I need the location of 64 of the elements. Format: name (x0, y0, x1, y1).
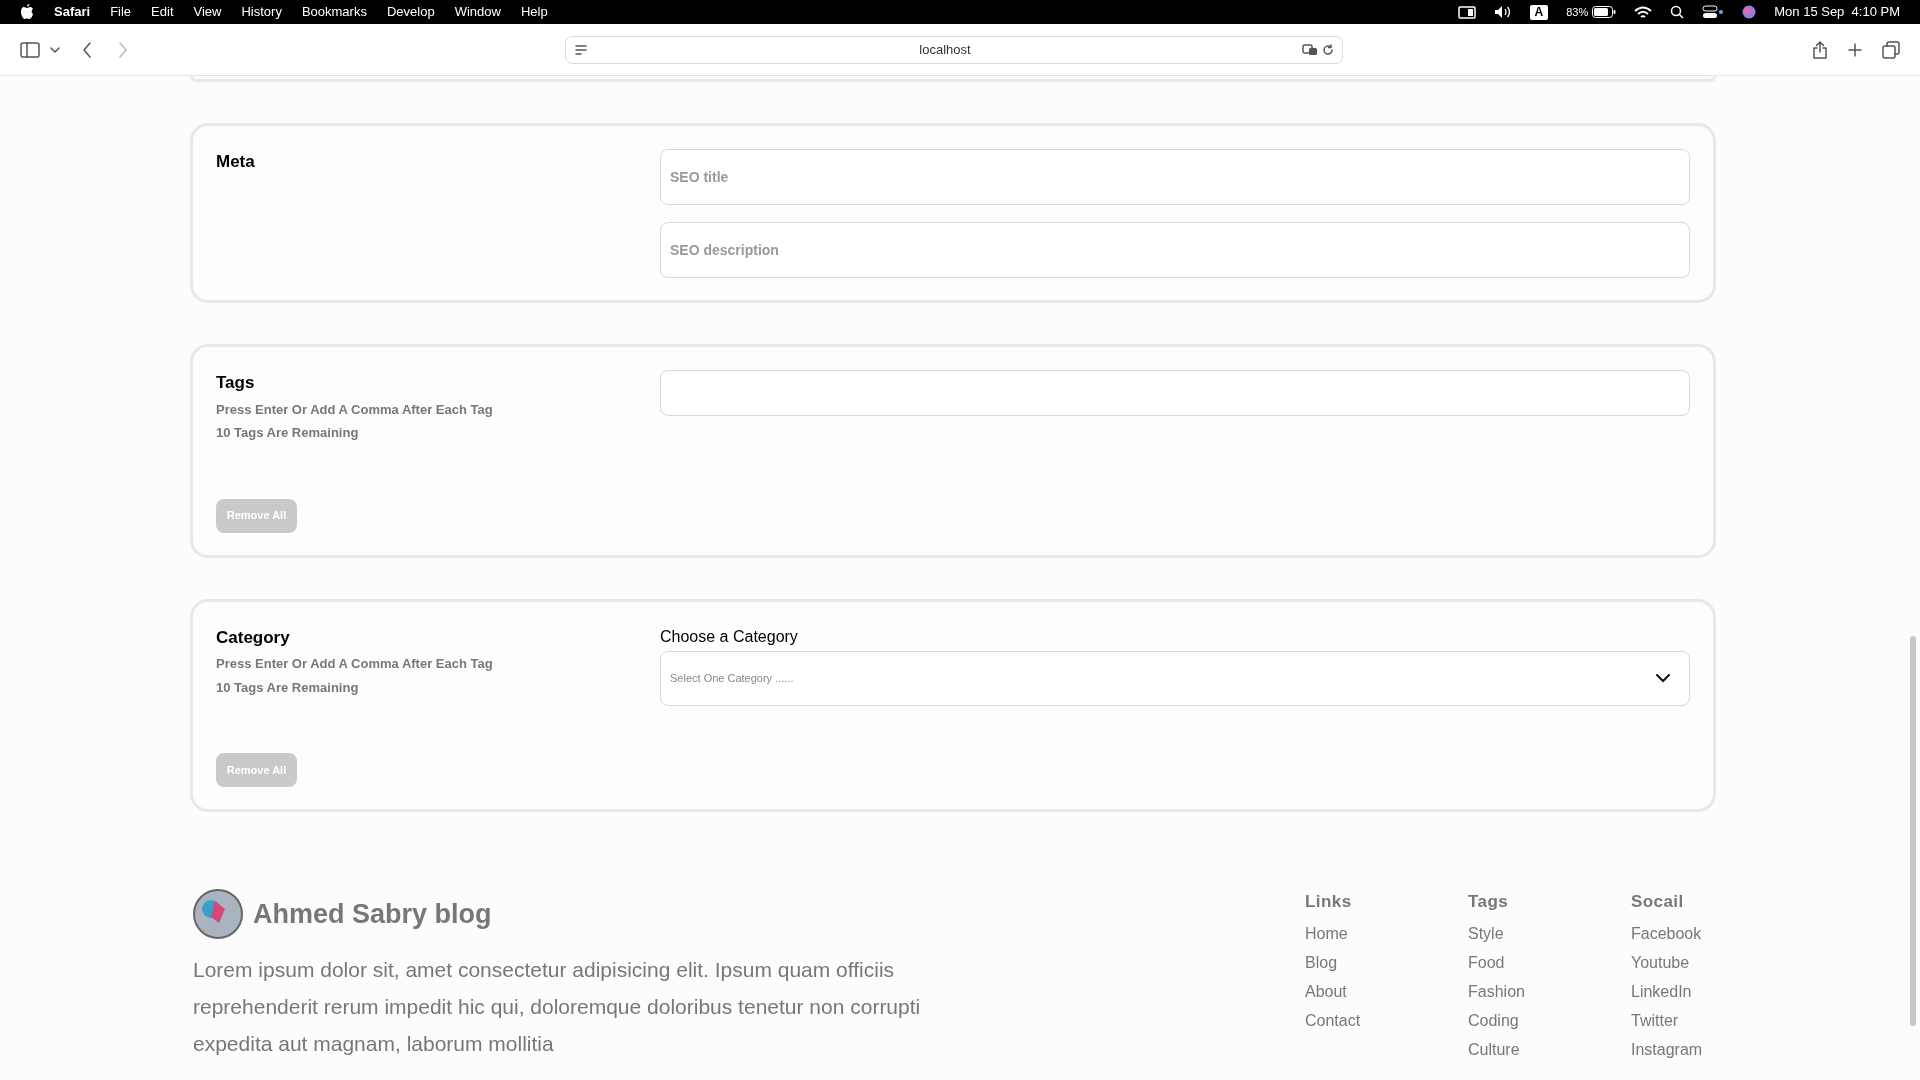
menu-bar-clock[interactable]: Mon 15 Sep 4:10 PM (1774, 2, 1900, 22)
battery-percentage: 83% (1566, 4, 1589, 20)
hint-text: Press Enter Or Add A Comma After Each Tag (216, 400, 493, 419)
category-select[interactable]: Select One Category ...... (660, 650, 1690, 706)
scrollbar[interactable] (1910, 636, 1916, 1026)
chevron-down-icon (1656, 673, 1670, 683)
footer-link[interactable]: Culture (1468, 1034, 1520, 1064)
tag-input-field[interactable] (660, 370, 1690, 416)
translate-icon[interactable] (1302, 43, 1318, 56)
orb-icon[interactable] (1742, 5, 1757, 19)
footer-link[interactable]: About (1305, 976, 1347, 1006)
menu-item[interactable]: Help (520, 2, 548, 22)
hint-text: 10 Tags Are Remaining (216, 678, 359, 697)
battery-icon (1592, 6, 1617, 18)
footer-link[interactable]: Home (1305, 918, 1348, 948)
menu-item[interactable]: Edit (151, 2, 174, 22)
field-label: Choose a Category (660, 626, 799, 647)
tabs-icon[interactable] (1882, 40, 1900, 59)
blog-name[interactable]: Ahmed Sabry blog (253, 893, 492, 935)
chevron-down-icon[interactable] (50, 46, 60, 53)
menu-item[interactable]: History (241, 2, 282, 22)
section-title: Tags (216, 372, 255, 394)
input-field[interactable]: SEO title (660, 149, 1690, 205)
footer-link[interactable]: Contact (1305, 1005, 1361, 1035)
hint-text: 10 Tags Are Remaining (216, 424, 359, 442)
menu-item[interactable]: Window (454, 2, 501, 22)
menu-item[interactable]: File (110, 2, 132, 22)
search-icon[interactable] (1670, 5, 1685, 19)
hint-text: Press Enter Or Add A Comma After Each Tag (216, 655, 493, 673)
footer-link[interactable]: Food (1468, 947, 1505, 977)
menu-item[interactable]: Develop (386, 2, 435, 22)
footer-link[interactable]: LinkedIn (1631, 976, 1692, 1006)
share-icon[interactable] (1812, 40, 1828, 59)
footer-link[interactable]: Fashion (1468, 976, 1525, 1006)
footer-link[interactable]: Coding (1468, 1005, 1519, 1035)
footer-link[interactable]: Youtube (1631, 947, 1690, 977)
footer-heading: Socail (1631, 891, 1685, 913)
footer-link[interactable]: Instagram (1631, 1034, 1703, 1064)
back-icon[interactable] (82, 41, 92, 58)
display-icon[interactable] (1457, 5, 1476, 19)
volume-icon[interactable] (1493, 5, 1512, 19)
section-title: Category (216, 626, 290, 649)
toggles-icon[interactable] (1702, 5, 1725, 19)
footer-link[interactable]: Twitter (1631, 1005, 1679, 1035)
footer-link[interactable]: Blog (1305, 947, 1338, 977)
wifi-icon[interactable] (1634, 5, 1653, 19)
reload-icon[interactable] (1322, 43, 1334, 56)
input-field[interactable]: SEO description (660, 222, 1690, 278)
address-bar[interactable]: localhost (565, 35, 1343, 64)
input-source-indicator[interactable]: A (1529, 4, 1549, 20)
footer-description: Lorem ipsum dolor sit, amet consectetur adipisicing elit. Ipsum quam officiis reprehenderit rerum impedit hic qui, doloremque doloribus tenetur non corrupti expedita aut magnam, laborum mollitia (193, 957, 922, 1057)
avatar-icon (193, 889, 243, 939)
page-settings-icon[interactable] (574, 42, 588, 57)
footer-heading: Links (1305, 891, 1353, 913)
app-menu[interactable]: Safari (54, 2, 91, 22)
section-title: Meta (216, 151, 255, 173)
sidebar-icon[interactable] (20, 41, 40, 58)
footer-link[interactable]: Style (1468, 918, 1504, 948)
menu-item[interactable]: Bookmarks (301, 2, 367, 22)
menu-item[interactable]: View (193, 2, 222, 22)
footer-heading: Tags (1468, 891, 1510, 913)
footer-link[interactable]: Facebook (1631, 918, 1702, 948)
plus-icon[interactable] (1848, 42, 1862, 57)
apple-icon[interactable] (20, 4, 34, 20)
